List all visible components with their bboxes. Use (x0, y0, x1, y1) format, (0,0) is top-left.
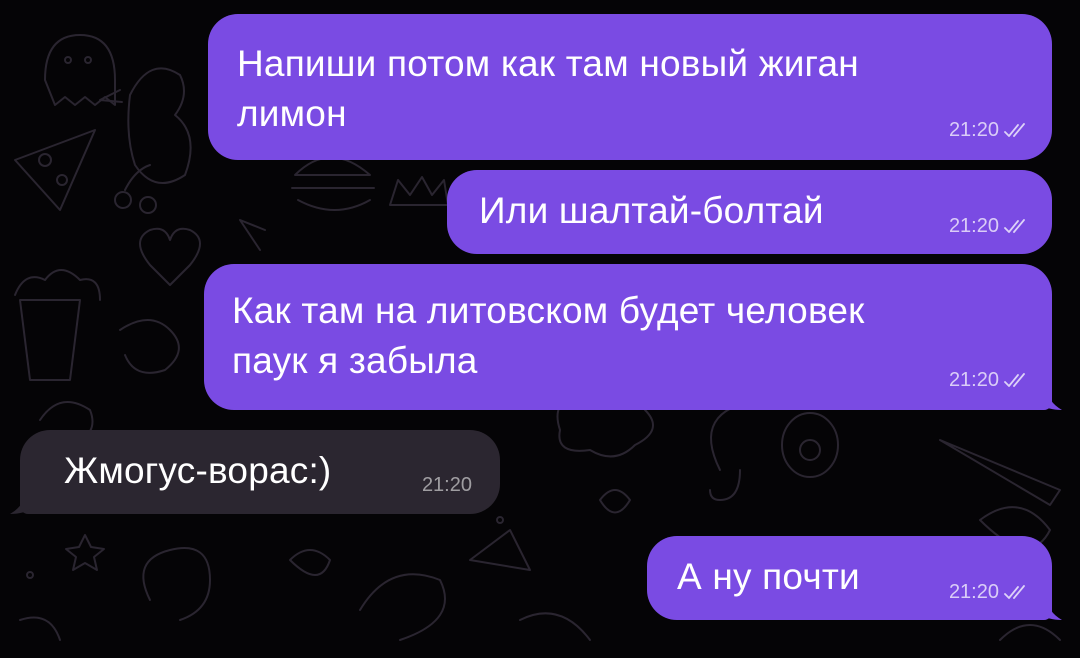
message-time: 21:20 (948, 119, 999, 141)
outgoing-message[interactable]: Как там на литовском будет человек паук … (204, 264, 1052, 410)
message-meta: 21:20 (422, 474, 472, 497)
message-time: 21:20 (948, 215, 999, 237)
message-text: Как там на литовском будет человек паук … (232, 286, 865, 386)
chat-message-list: Напиши потом как там новый жиган лимон 2… (0, 0, 1080, 658)
message-text: Жмогус-ворас:) (64, 450, 332, 491)
bubble-tail (1040, 598, 1062, 620)
incoming-message[interactable]: Жмогус-ворас:) 21:20 (20, 430, 500, 514)
message-meta: 21:20 (949, 119, 1030, 142)
message-meta: 21:20 (949, 369, 1030, 392)
message-line: лимон (237, 93, 347, 134)
message-line: паук я забыла (232, 340, 478, 381)
message-meta: 21:20 (949, 581, 1030, 604)
outgoing-message[interactable]: А ну почти 21:20 (647, 536, 1052, 620)
message-text: Напиши потом как там новый жиган лимон (237, 39, 859, 139)
message-text: Или шалтай-болтай (479, 190, 824, 231)
outgoing-message[interactable]: Напиши потом как там новый жиган лимон 2… (208, 14, 1052, 160)
message-line: Как там на литовском будет человек (232, 290, 865, 331)
bubble-tail (10, 492, 32, 514)
message-line: Напиши потом как там новый жиган (237, 43, 859, 84)
bubble-tail (1040, 388, 1062, 410)
double-check-icon (1004, 372, 1025, 387)
double-check-icon (1004, 584, 1025, 599)
message-time: 21:20 (948, 369, 999, 391)
message-time: 21:20 (421, 474, 472, 496)
message-time: 21:20 (948, 581, 999, 603)
message-text: А ну почти (677, 556, 860, 597)
message-meta: 21:20 (949, 215, 1030, 238)
double-check-icon (1004, 122, 1025, 137)
outgoing-message[interactable]: Или шалтай-болтай 21:20 (447, 170, 1052, 254)
double-check-icon (1004, 218, 1025, 233)
